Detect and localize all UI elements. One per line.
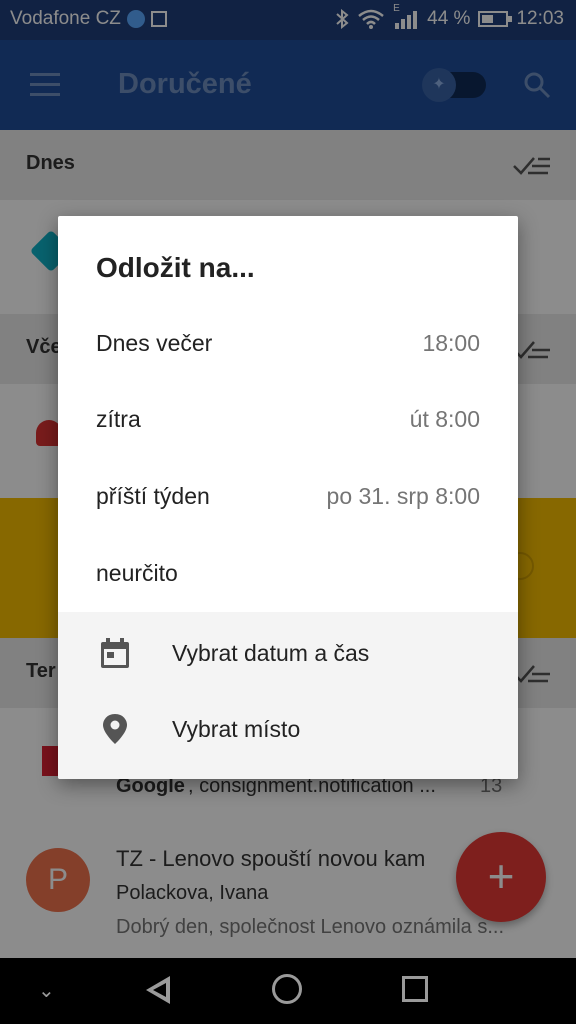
option-label: Dnes večer (96, 330, 213, 356)
calendar-icon (101, 638, 129, 668)
option-label: zítra (96, 406, 141, 432)
pick-date-label: Vybrat datum a čas (172, 640, 370, 666)
snooze-option-someday[interactable]: neurčito (58, 538, 518, 614)
snooze-option-next-week[interactable]: příští týden po 31. srp 8:00 (58, 461, 518, 537)
recent-apps-icon[interactable] (402, 976, 428, 1002)
pick-place-label: Vybrat místo (172, 716, 301, 742)
location-pin-icon (103, 714, 127, 744)
pick-place[interactable]: Vybrat místo (58, 692, 518, 768)
back-icon-inner (153, 983, 166, 997)
pick-date-time[interactable]: Vybrat datum a čas (58, 616, 518, 692)
chevron-down-icon[interactable]: ⌄ (38, 978, 55, 1003)
option-time: po 31. srp 8:00 (326, 483, 480, 509)
custom-pick-area: Vybrat datum a čas Vybrat místo (58, 612, 518, 779)
snooze-option-tonight[interactable]: Dnes večer 18:00 (58, 308, 518, 384)
option-label: příští týden (96, 483, 210, 509)
snooze-option-tomorrow[interactable]: zítra út 8:00 (58, 384, 518, 460)
option-time: 18:00 (422, 330, 480, 356)
home-icon[interactable] (272, 974, 302, 1004)
dialog-title: Odložit na... (96, 252, 255, 283)
option-label: neurčito (96, 560, 178, 586)
snooze-dialog: Odložit na... Dnes večer 18:00 zítra út … (58, 216, 518, 779)
option-time: út 8:00 (409, 406, 480, 432)
